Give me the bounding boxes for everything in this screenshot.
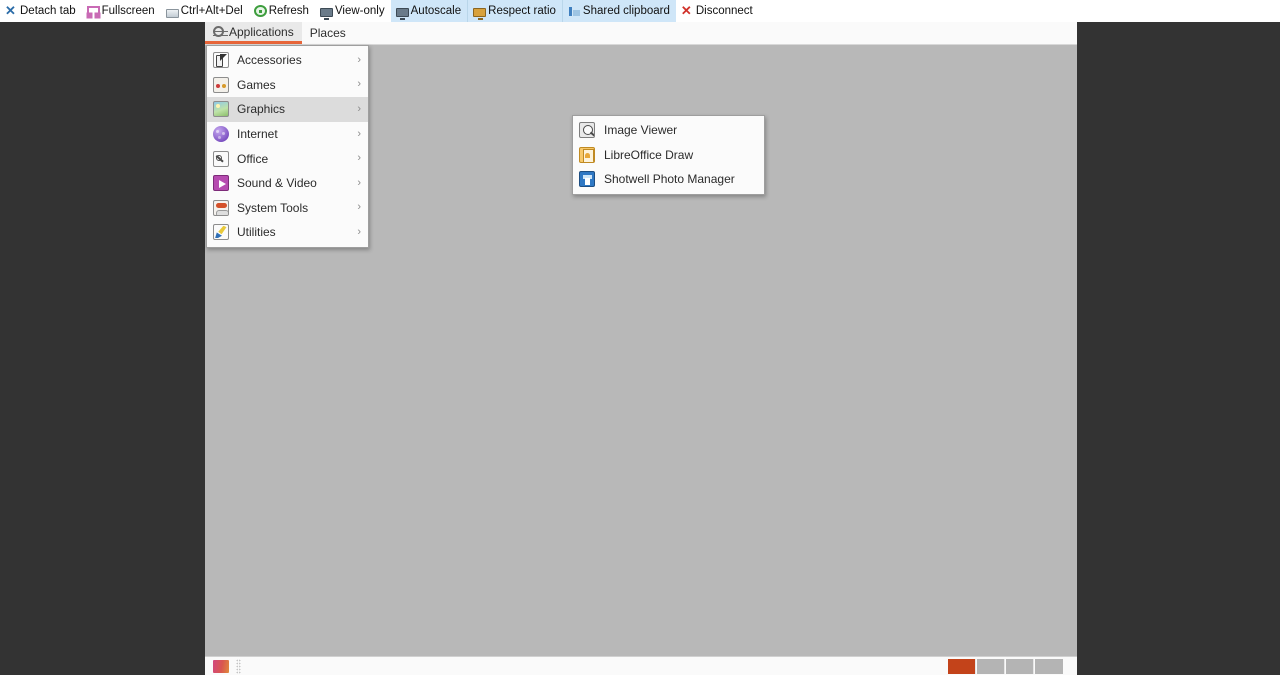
workspace-2[interactable]: [977, 658, 1005, 674]
vnc-viewport-frame: Applications Places Accessories › Games › Gra…: [0, 22, 1280, 675]
toolbar-button-label: Shared clipboard: [582, 4, 670, 17]
submenu-item-image-viewer[interactable]: Image Viewer: [573, 118, 764, 143]
monitor-scale-icon: [395, 7, 409, 20]
panel-menu-applications[interactable]: Applications: [205, 22, 302, 44]
gnome-top-panel: Applications Places: [205, 22, 1077, 45]
libreoffice-draw-icon: [579, 146, 595, 163]
toolbar-button-label: Autoscale: [410, 4, 462, 17]
sound-video-icon: [213, 175, 229, 192]
toolbar-button-view-only[interactable]: View-only: [315, 0, 391, 22]
toolbar-button-label: Respect ratio: [488, 4, 556, 17]
workspace-3[interactable]: [1006, 658, 1034, 674]
menu-item-label: System Tools: [237, 200, 309, 215]
menu-item-label: Office: [237, 151, 269, 166]
chevron-right-icon: ›: [357, 152, 361, 165]
menu-item-sound-video[interactable]: Sound & Video ›: [207, 171, 368, 196]
workspace-1[interactable]: [948, 658, 976, 674]
toolbar-button-respect-ratio[interactable]: Respect ratio: [467, 0, 562, 22]
chevron-right-icon: ›: [357, 225, 361, 238]
scissors-icon: [5, 3, 18, 19]
chevron-right-icon: ›: [357, 102, 361, 115]
menu-item-internet[interactable]: Internet ›: [207, 122, 368, 147]
toolbar-button-label: Refresh: [268, 4, 309, 17]
toolbar-button-label: Disconnect: [695, 4, 753, 17]
toolbar-button-autoscale[interactable]: Autoscale: [390, 0, 468, 22]
menu-item-label: Utilities: [237, 225, 276, 240]
menu-item-label: Internet: [237, 127, 278, 142]
clipboard-icon: [568, 5, 581, 18]
toolbar-button-ctrl-alt-del[interactable]: Ctrl+Alt+Del: [161, 0, 249, 22]
graphics-submenu[interactable]: Image Viewer LibreOffice Draw Shotwell Pho…: [572, 115, 765, 195]
toolbar-button-label: Fullscreen: [101, 4, 155, 17]
menu-item-graphics[interactable]: Graphics ›: [207, 97, 368, 122]
toolbar-button-label: Detach tab: [20, 4, 76, 17]
submenu-item-label: Image Viewer: [604, 123, 678, 138]
chevron-right-icon: ›: [357, 201, 361, 214]
utilities-icon: [213, 224, 229, 241]
fullscreen-icon: [86, 5, 100, 18]
panel-menu-label: Applications: [229, 24, 294, 39]
panel-menu-places[interactable]: Places: [302, 22, 354, 44]
shotwell-icon: [579, 171, 595, 188]
system-tools-icon: [213, 199, 229, 216]
menu-item-label: Games: [237, 77, 276, 92]
toolbar-button-label: View-only: [334, 4, 385, 17]
toolbar-button-disconnect[interactable]: Disconnect: [676, 0, 759, 22]
applications-dropdown-menu[interactable]: Accessories › Games › Graphics › Internet › Offi…: [206, 45, 369, 248]
remote-desktop[interactable]: Applications Places Accessories › Games › Gra…: [205, 22, 1077, 675]
office-icon: [213, 150, 229, 167]
toolbar-button-refresh[interactable]: Refresh: [249, 0, 315, 22]
menu-item-utilities[interactable]: Utilities ›: [207, 220, 368, 245]
toolbar-button-fullscreen[interactable]: Fullscreen: [82, 0, 161, 22]
graphics-icon: [213, 101, 229, 118]
submenu-item-label: Shotwell Photo Manager: [604, 172, 735, 187]
workspace-4[interactable]: [1035, 658, 1063, 674]
gnome-gear-icon: [213, 26, 224, 37]
chevron-right-icon: ›: [357, 53, 361, 66]
toolbar-button-label: Ctrl+Alt+Del: [180, 4, 243, 17]
vnc-toolbar: Detach tab Fullscreen Ctrl+Alt+Del Refresh V…: [0, 0, 1280, 22]
image-viewer-icon: [579, 122, 595, 139]
toolbar-button-detach-tab[interactable]: Detach tab: [0, 0, 82, 22]
window-list-area: [241, 657, 948, 675]
close-x-icon: [681, 3, 694, 19]
menu-item-label: Accessories: [237, 53, 302, 68]
chevron-right-icon: ›: [357, 176, 361, 189]
toolbar-button-shared-clipboard[interactable]: Shared clipboard: [561, 0, 676, 22]
submenu-item-shotwell-photo-manager[interactable]: Shotwell Photo Manager: [573, 167, 764, 192]
keyboard-icon: [165, 8, 179, 18]
monitor-ratio-icon: [473, 7, 487, 20]
menu-item-system-tools[interactable]: System Tools ›: [207, 196, 368, 221]
internet-icon: [213, 126, 229, 143]
chevron-right-icon: ›: [357, 78, 361, 91]
panel-menu-label: Places: [309, 26, 346, 40]
menu-item-office[interactable]: Office ›: [207, 146, 368, 171]
submenu-item-label: LibreOffice Draw: [604, 147, 694, 162]
menu-item-label: Sound & Video: [237, 176, 317, 191]
show-desktop-icon[interactable]: [213, 659, 229, 673]
refresh-icon: [253, 5, 267, 17]
menu-item-games[interactable]: Games ›: [207, 73, 368, 98]
workspace-switcher[interactable]: [948, 658, 1063, 674]
chevron-right-icon: ›: [357, 127, 361, 140]
games-icon: [213, 76, 229, 93]
submenu-item-libreoffice-draw[interactable]: LibreOffice Draw: [573, 143, 764, 168]
menu-item-accessories[interactable]: Accessories ›: [207, 48, 368, 73]
accessories-icon: [213, 52, 229, 69]
gnome-bottom-panel: [205, 656, 1077, 675]
menu-item-label: Graphics: [237, 102, 286, 117]
monitor-icon: [319, 7, 333, 20]
